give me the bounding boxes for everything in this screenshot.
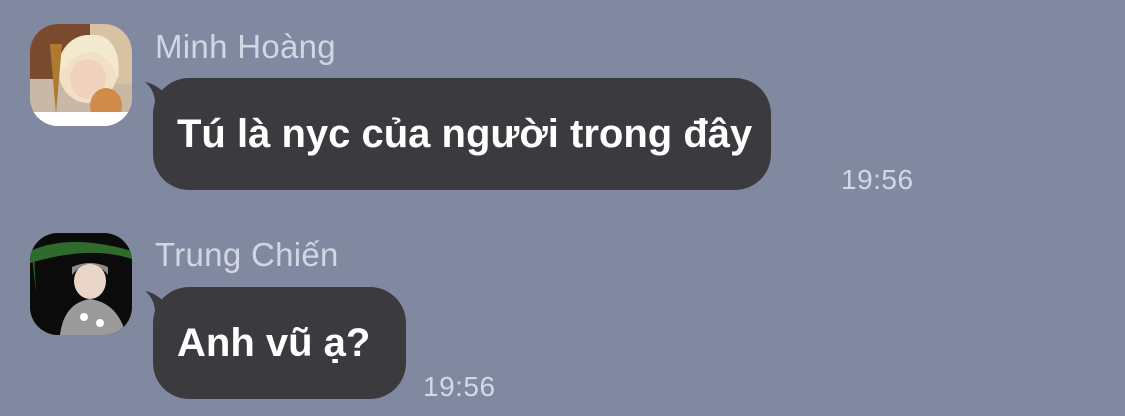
message-bubble[interactable]: Tú là nyc của người trong đây — [153, 78, 771, 190]
sender-name: Minh Hoàng — [155, 28, 336, 65]
user-avatar-photo-icon — [30, 233, 132, 335]
avatar-minh-hoang[interactable] — [30, 24, 132, 126]
chat-message-list: Minh Hoàng Tú là nyc của người trong đây… — [0, 0, 1125, 416]
message-bubble-container: Anh vũ ạ? — [145, 287, 406, 399]
message-timestamp: 19:56 — [423, 371, 496, 402]
message-bubble-container: Tú là nyc của người trong đây — [145, 78, 771, 190]
sender-name: Trung Chiến — [155, 236, 339, 273]
message-bubble[interactable]: Anh vũ ạ? — [153, 287, 406, 399]
message-timestamp: 19:56 — [841, 164, 914, 195]
user-avatar-photo-icon — [30, 24, 132, 126]
message-row: Trung Chiến Anh vũ ạ? 19:56 — [0, 205, 1125, 416]
message-row: Minh Hoàng Tú là nyc của người trong đây… — [0, 0, 1125, 205]
avatar-trung-chien[interactable] — [30, 233, 132, 335]
